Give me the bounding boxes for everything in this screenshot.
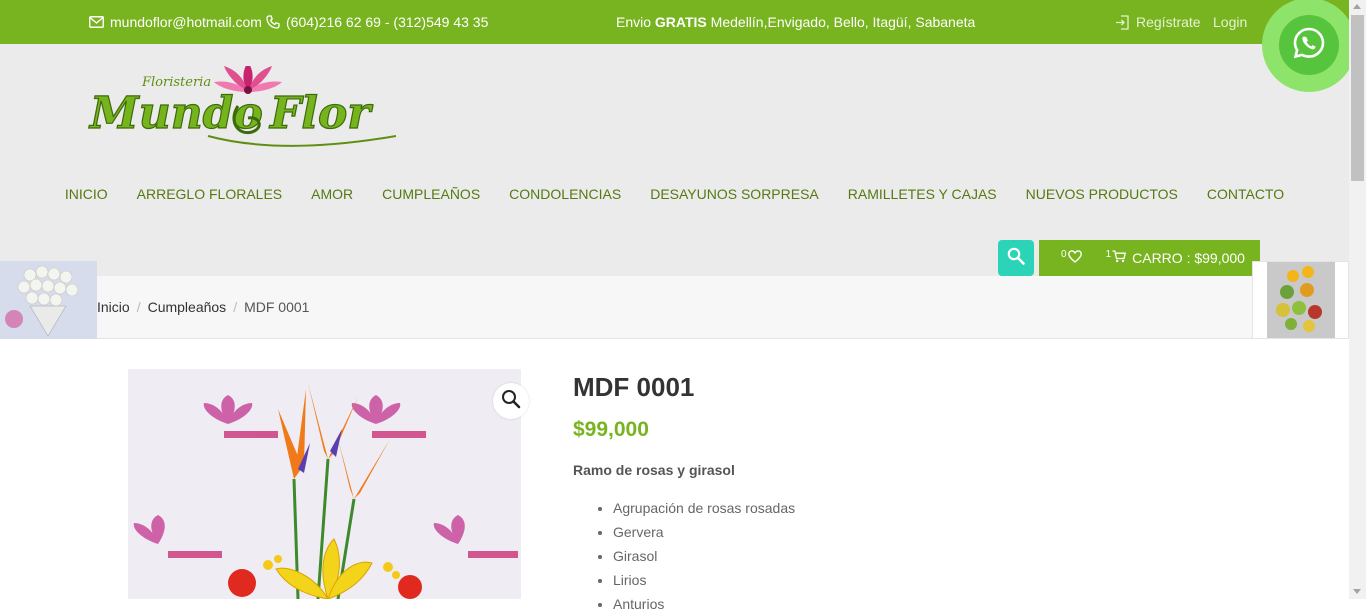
heart-icon[interactable] [1067,250,1082,266]
scrollbar-thumb[interactable] [1351,15,1364,181]
search-button[interactable] [998,240,1034,276]
logo-main2-text: Flor [268,88,373,139]
phone-text: (604)216 62 69 - (312)549 43 35 [286,14,489,30]
product-contents-list: Agrupación de rosas rosadas Gervera Gira… [613,496,795,616]
image-zoom-button[interactable] [493,383,529,419]
breadcrumb-category[interactable]: Cumpleaños [148,299,227,315]
shipping-rest: Medellín,Envigado, Bello, Itagüí, Sabane… [706,14,976,30]
shipping-notice: Envio GRATIS Medellín,Envigado, Bello, I… [616,0,975,44]
email-text: mundoflor@hotmail.com [110,14,262,30]
nav-inicio[interactable]: INICIO [65,182,108,206]
top-email[interactable]: mundoflor@hotmail.com [89,0,262,44]
next-product-thumbnail[interactable] [1252,261,1349,339]
top-phone[interactable]: (604)216 62 69 - (312)549 43 35 [266,0,488,44]
main-nav: INICIO ARREGLO FLORALES AMOR CUMPLEAÑOS … [0,182,1349,206]
phone-icon [266,15,280,29]
nav-condolencias[interactable]: CONDOLENCIAS [509,182,621,206]
product-main-image[interactable] [128,369,521,599]
wishlist-count: 0 [1061,248,1067,260]
nav-desayunos-sorpresa[interactable]: DESAYUNOS SORPRESA [650,182,819,206]
cart-count: 1 [1105,248,1112,260]
list-item: Girasol [613,544,795,568]
breadcrumb-separator: / [136,299,141,315]
product-price: $99,000 [573,418,649,441]
search-icon [1007,247,1025,270]
list-item: Anturios [613,592,795,616]
scroll-up-arrow-icon[interactable] [1353,4,1361,9]
prev-product-thumbnail[interactable] [0,261,97,339]
breadcrumb-home[interactable]: Inicio [97,299,130,315]
whatsapp-icon [1291,25,1327,66]
nav-amor[interactable]: AMOR [311,182,353,206]
magnifier-icon [501,389,521,414]
site-logo[interactable]: Floristeria Mundo Flor [87,62,400,156]
login-label: Login [1213,14,1248,30]
breadcrumb: Inicio / Cumpleaños / MDF 0001 [97,276,309,338]
nav-nuevos-productos[interactable]: NUEVOS PRODUCTOS [1026,182,1178,206]
product-title: MDF 0001 [573,372,695,402]
cart-label: CARRO : $99,000 [1132,250,1245,266]
list-item: Gervera [613,520,795,544]
login-arrow-icon [1115,14,1130,30]
whatsapp-button-inner [1279,15,1339,75]
whatsapp-button[interactable] [1262,0,1356,92]
cart-icon [1112,250,1127,266]
envelope-icon [89,16,104,28]
nav-arreglo-florales[interactable]: ARREGLO FLORALES [137,182,283,206]
logo-main-text: Mundo [88,88,263,139]
nav-contacto[interactable]: CONTACTO [1207,182,1284,206]
breadcrumb-current: MDF 0001 [244,299,310,315]
register-label: Regístrate [1136,14,1201,30]
top-bar: mundoflor@hotmail.com (604)216 62 69 - (… [0,0,1349,44]
shipping-bold: GRATIS [654,14,707,30]
nav-ramilletes-y-cajas[interactable]: RAMILLETES Y CAJAS [848,182,997,206]
product-subtitle: Ramo de rosas y girasol [573,462,735,478]
breadcrumb-bar: Inicio / Cumpleaños / MDF 0001 [0,276,1349,339]
list-item: Agrupación de rosas rosadas [613,496,795,520]
list-item: Lirios [613,568,795,592]
register-link[interactable]: Regístrate [1115,0,1201,44]
scroll-down-arrow-icon[interactable] [1353,589,1361,594]
shipping-prefix: Envio [616,14,655,30]
breadcrumb-separator: / [233,299,238,315]
login-link[interactable]: Login [1213,0,1247,44]
nav-cumpleanos[interactable]: CUMPLEAÑOS [382,182,480,206]
cart-bar[interactable]: 0 1 CARRO : $99,000 [1039,240,1260,276]
